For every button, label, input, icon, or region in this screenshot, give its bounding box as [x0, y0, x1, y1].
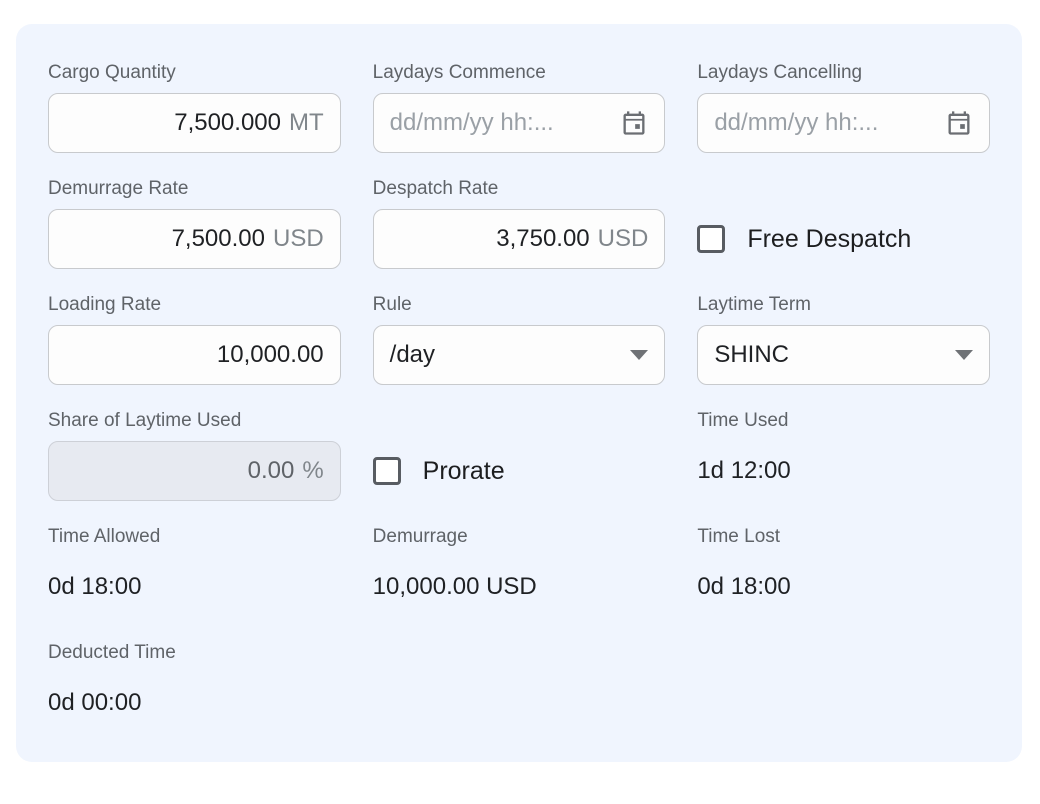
laytime-term-field: Laytime Term SHINC: [697, 294, 990, 385]
share-of-laytime-used-input-box: %: [48, 441, 341, 501]
deducted-time-value: 0d 00:00: [48, 673, 341, 733]
laydays-commence-input[interactable]: [390, 109, 611, 137]
laydays-commence-input-box: [373, 93, 666, 153]
cargo-quantity-field: Cargo Quantity MT: [48, 62, 341, 153]
laydays-cancelling-label: Laydays Cancelling: [697, 62, 990, 84]
chevron-down-icon: [630, 350, 648, 360]
loading-rate-input[interactable]: [65, 341, 324, 369]
time-allowed-value: 0d 18:00: [48, 557, 341, 617]
laydays-commence-field: Laydays Commence: [373, 62, 666, 153]
despatch-rate-label: Despatch Rate: [373, 178, 666, 200]
loading-rate-field: Loading Rate: [48, 294, 341, 385]
cargo-quantity-unit: MT: [289, 109, 324, 137]
time-used-label: Time Used: [697, 410, 990, 432]
prorate-label: Prorate: [423, 457, 505, 486]
cargo-quantity-input-box: MT: [48, 93, 341, 153]
share-of-laytime-used-input: [65, 457, 294, 485]
cargo-quantity-input[interactable]: [65, 109, 281, 137]
despatch-rate-field: Despatch Rate USD: [373, 178, 666, 269]
share-of-laytime-used-label: Share of Laytime Used: [48, 410, 341, 432]
deducted-time-field: Deducted Time 0d 00:00: [48, 642, 341, 733]
demurrage-rate-unit: USD: [273, 225, 324, 253]
free-despatch-spacer: [697, 178, 990, 200]
laydays-cancelling-input-box: [697, 93, 990, 153]
demurrage-label: Demurrage: [373, 526, 666, 548]
rule-selected-value: /day: [390, 341, 435, 369]
laytime-term-label: Laytime Term: [697, 294, 990, 316]
demurrage-rate-label: Demurrage Rate: [48, 178, 341, 200]
form-grid: Cargo Quantity MT Laydays Commence Layda…: [16, 24, 1022, 762]
free-despatch-field: Free Despatch: [697, 178, 990, 269]
prorate-field: Prorate: [373, 410, 666, 501]
demurrage-value: 10,000.00 USD: [373, 557, 666, 617]
time-used-field: Time Used 1d 12:00: [697, 410, 990, 501]
deducted-time-label: Deducted Time: [48, 642, 341, 664]
calendar-icon: [945, 109, 973, 137]
loading-rate-input-box: [48, 325, 341, 385]
rule-field: Rule /day: [373, 294, 666, 385]
demurrage-rate-input[interactable]: [65, 225, 265, 253]
prorate-checkbox[interactable]: [373, 457, 401, 485]
demurrage-field: Demurrage 10,000.00 USD: [373, 526, 666, 617]
time-allowed-field: Time Allowed 0d 18:00: [48, 526, 341, 617]
laytime-term-select[interactable]: SHINC: [697, 325, 990, 385]
prorate-spacer: [373, 410, 666, 432]
demurrage-rate-field: Demurrage Rate USD: [48, 178, 341, 269]
time-lost-field: Time Lost 0d 18:00: [697, 526, 990, 617]
free-despatch-label: Free Despatch: [747, 225, 911, 254]
free-despatch-checkbox[interactable]: [697, 225, 725, 253]
prorate-checkbox-row[interactable]: Prorate: [373, 441, 666, 501]
despatch-rate-input-box: USD: [373, 209, 666, 269]
laydays-cancelling-input[interactable]: [714, 109, 935, 137]
laydays-commence-calendar-button[interactable]: [620, 109, 648, 137]
rule-label: Rule: [373, 294, 666, 316]
share-of-laytime-used-unit: %: [302, 457, 323, 485]
calendar-icon: [620, 109, 648, 137]
laydays-commence-label: Laydays Commence: [373, 62, 666, 84]
free-despatch-checkbox-row[interactable]: Free Despatch: [697, 209, 990, 269]
laydays-cancelling-calendar-button[interactable]: [945, 109, 973, 137]
despatch-rate-input[interactable]: [390, 225, 590, 253]
share-of-laytime-used-field: Share of Laytime Used %: [48, 410, 341, 501]
time-lost-value: 0d 18:00: [697, 557, 990, 617]
demurrage-rate-input-box: USD: [48, 209, 341, 269]
rule-select[interactable]: /day: [373, 325, 666, 385]
laytime-calculation-card: Cargo Quantity MT Laydays Commence Layda…: [16, 24, 1022, 762]
loading-rate-label: Loading Rate: [48, 294, 341, 316]
cargo-quantity-label: Cargo Quantity: [48, 62, 341, 84]
time-used-value: 1d 12:00: [697, 441, 990, 501]
laydays-cancelling-field: Laydays Cancelling: [697, 62, 990, 153]
time-lost-label: Time Lost: [697, 526, 990, 548]
time-allowed-label: Time Allowed: [48, 526, 341, 548]
laytime-term-selected-value: SHINC: [714, 341, 789, 369]
chevron-down-icon: [955, 350, 973, 360]
despatch-rate-unit: USD: [598, 225, 649, 253]
